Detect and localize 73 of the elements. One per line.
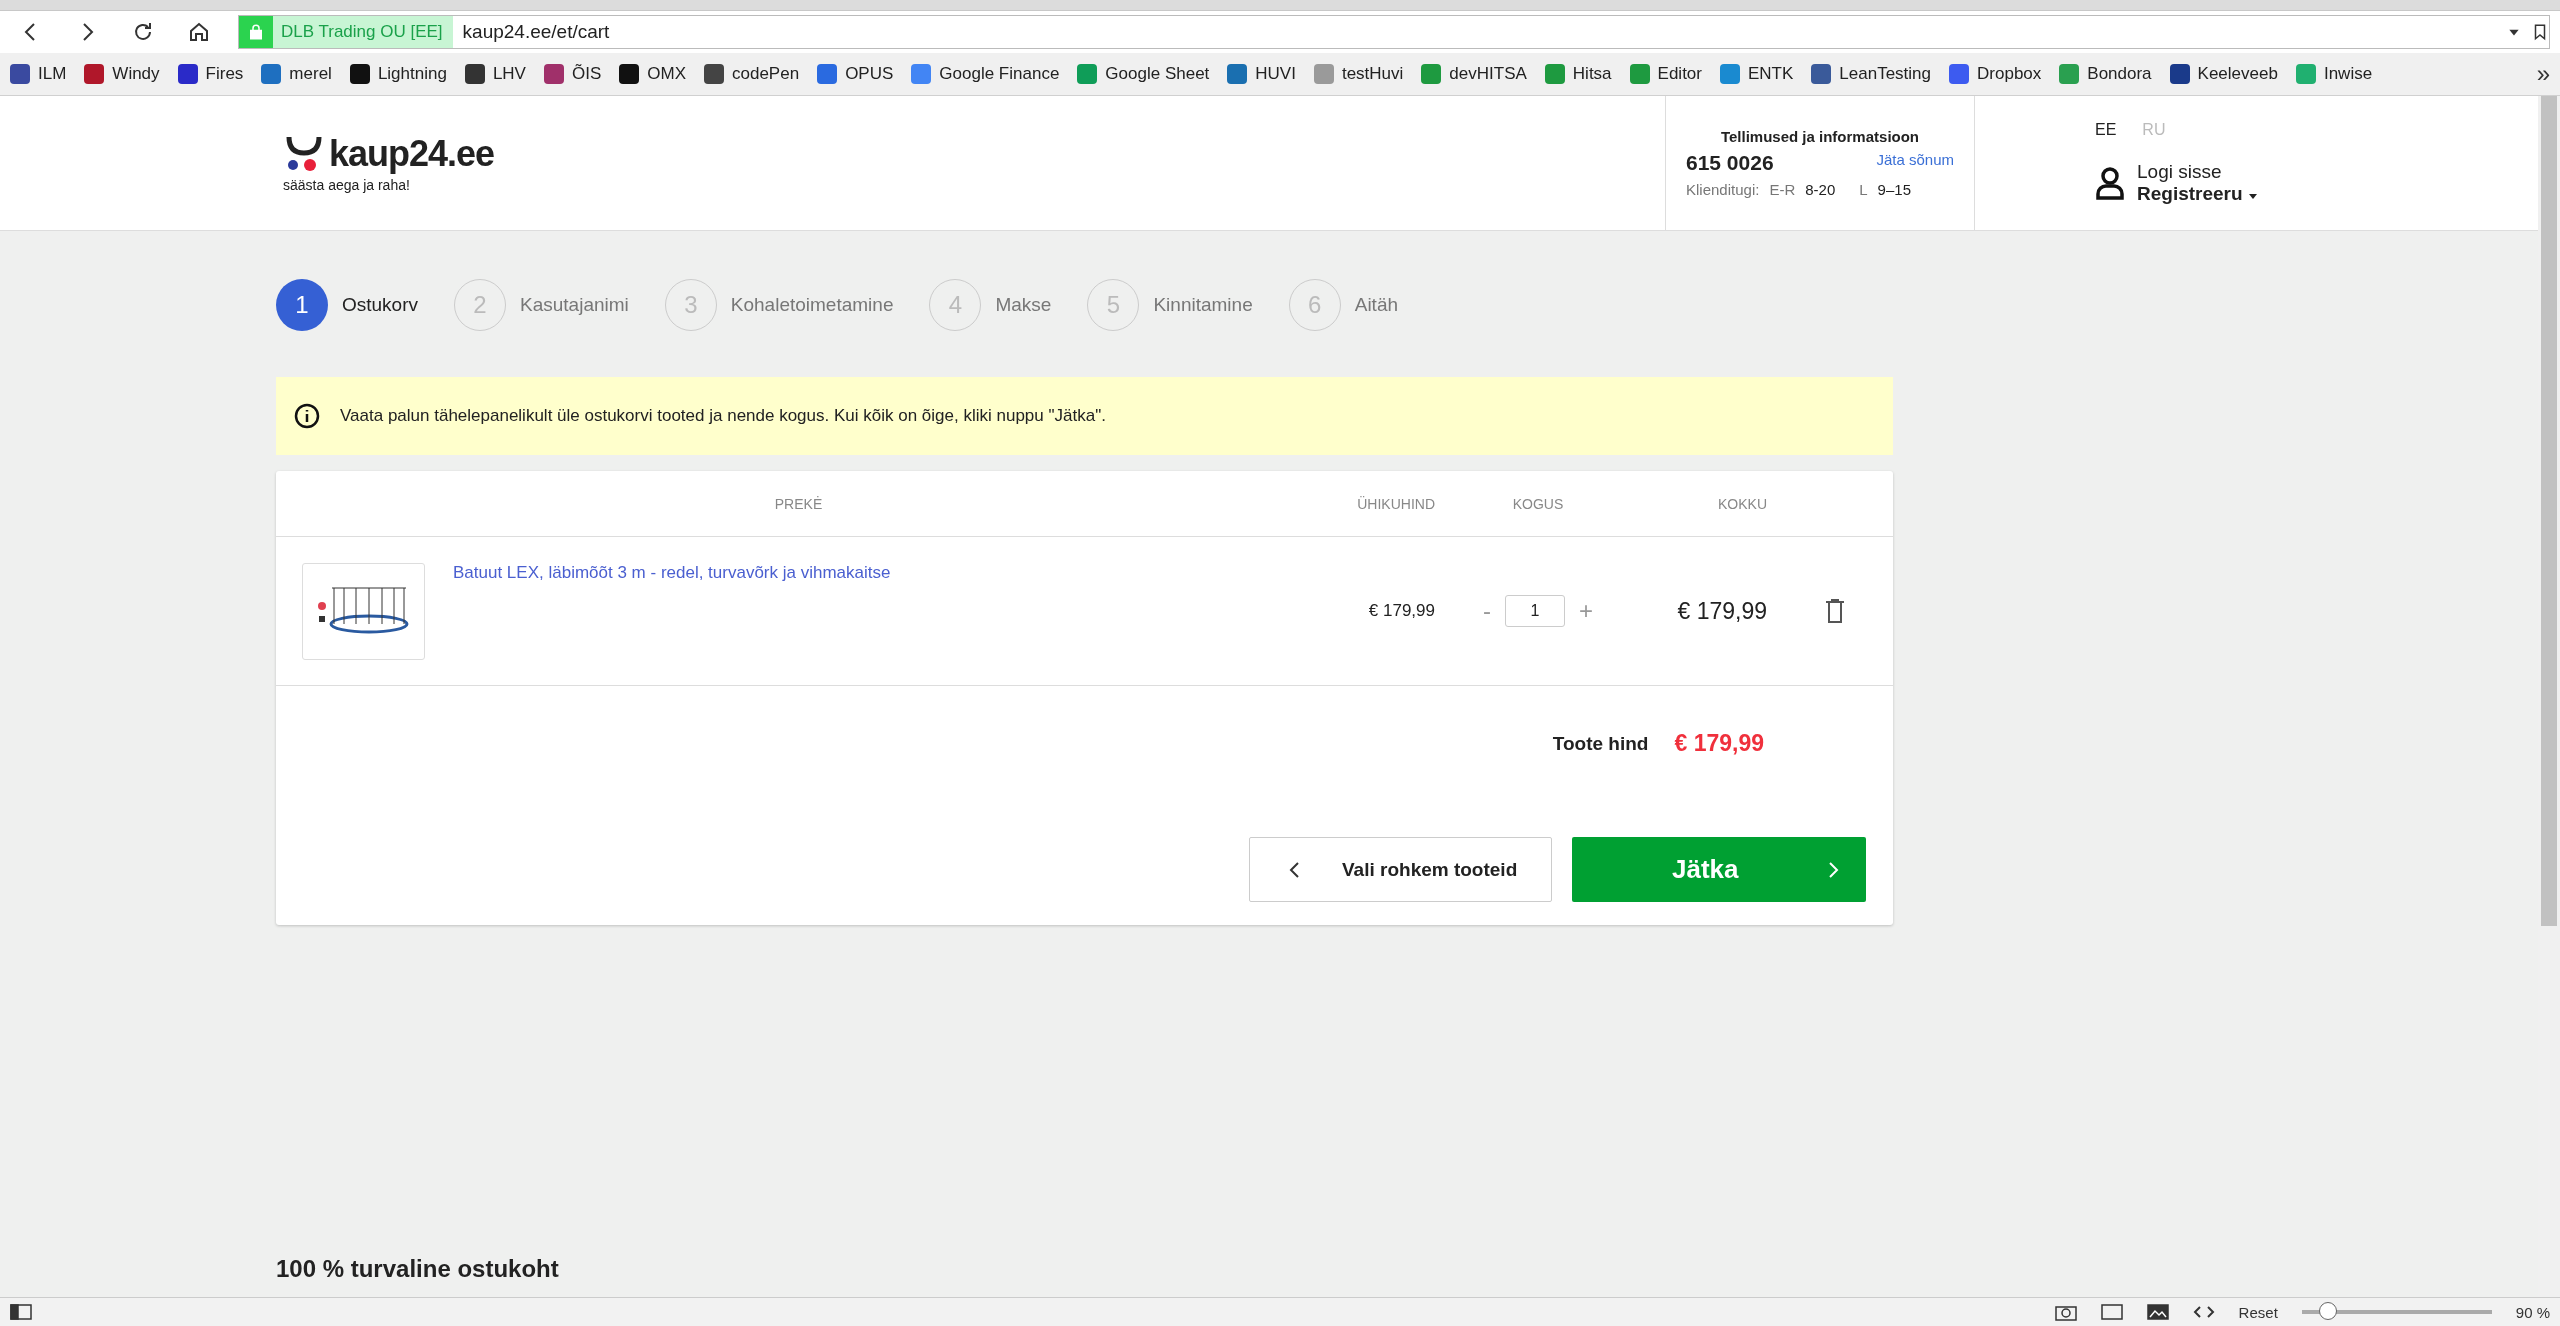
bookmark-link[interactable]: Hitsa <box>1544 64 1612 84</box>
tagline: säästa aega ja raha! <box>283 177 411 193</box>
hours-text: 8-20 <box>1805 181 1836 198</box>
info-title: Tellimused ja informatsioon <box>1719 128 1921 145</box>
continue-shopping-button[interactable]: Vali rohkem tooteid <box>1249 837 1552 902</box>
bookmark-link[interactable]: Dropbox <box>1949 64 2042 84</box>
bookmark-link[interactable]: testHuvi <box>1313 64 1404 84</box>
bookmark-link[interactable]: Editor <box>1629 64 1702 84</box>
unit-price: € 179,99 <box>1367 601 1435 621</box>
bookmark-link[interactable]: HUVI <box>1227 64 1296 84</box>
column-header: KOGUS <box>1511 495 1565 512</box>
chevron-left-icon <box>1288 860 1302 879</box>
bookmark-link[interactable]: Fires <box>177 64 244 84</box>
zoom-level: 90 % <box>2515 1303 2550 1321</box>
column-header: PREKĖ <box>773 495 824 512</box>
home-icon <box>187 20 211 44</box>
login-link[interactable]: Logi sisse <box>2137 161 2258 183</box>
notice-text: Vaata palun tähelepanelikult üle ostukorvi tooted ja nende kogus. Kui kõik on õige, kliki nuppu "Jätka". <box>340 406 1106 426</box>
bookmark-link[interactable]: codePen <box>704 64 800 84</box>
chevron-right-icon <box>1826 860 1840 879</box>
zoom-reset-button[interactable]: Reset <box>2238 1303 2278 1321</box>
days-label: L <box>1859 181 1868 198</box>
scrollbar[interactable] <box>2538 96 2560 1297</box>
image-icon <box>2146 1303 2169 1321</box>
bookmark-link[interactable]: devHITSA <box>1421 64 1527 84</box>
days-label: E-R <box>1769 181 1796 198</box>
bookmark-link[interactable]: LHV <box>464 64 526 84</box>
product-link[interactable]: Batuut LEX, läbimõõt 3 m - redel, turvavõrk ja vihmakaitse <box>453 563 1295 583</box>
bookmark-link[interactable]: ENTK <box>1720 64 1794 84</box>
bookmark-link[interactable]: ÕIS <box>543 64 602 84</box>
register-dropdown[interactable]: Registreeru <box>2137 183 2258 205</box>
bookmark-link[interactable]: Inwise <box>2295 64 2373 84</box>
camera-icon <box>2054 1303 2077 1321</box>
padlock-icon <box>247 22 265 42</box>
support-label: Klienditugi: <box>1686 181 1760 198</box>
column-header: KOKKU <box>1717 495 1767 512</box>
bookmark-link[interactable]: merel <box>261 64 332 84</box>
info-icon <box>294 403 320 429</box>
phone-number: 615 0026 <box>1686 151 1775 175</box>
trash-icon <box>1825 598 1845 624</box>
hours-text: 9–15 <box>1877 181 1911 198</box>
total-label: Toote hind <box>1552 732 1649 755</box>
caret-icon <box>2247 192 2258 200</box>
bookmark-link[interactable]: Bondora <box>2059 64 2152 84</box>
bookmark-link[interactable]: Keeleveeb <box>2169 64 2278 84</box>
user-icon <box>2095 166 2125 200</box>
url-text: kaup24.ee/et/cart <box>462 21 611 43</box>
checkout-step[interactable]: 1 Ostukorv <box>276 279 419 331</box>
more-bookmarks-button[interactable]: » <box>2536 60 2550 88</box>
delete-button[interactable] <box>1825 598 1845 624</box>
quantity-field[interactable]: 1 <box>1505 595 1565 627</box>
slider-thumb[interactable] <box>2319 1302 2337 1320</box>
bookmark-link[interactable]: ILM <box>10 64 67 84</box>
column-header: ÜHIKUHIND <box>1356 495 1435 512</box>
message-link[interactable]: Jäta sõnum <box>1876 151 1954 175</box>
window-icon <box>2100 1303 2123 1321</box>
step-number: 1 <box>276 279 328 331</box>
bookmark-link[interactable]: LeanTesting <box>1811 64 1932 84</box>
product-thumbnail[interactable] <box>302 562 425 660</box>
line-total: € 179,99 <box>1676 597 1767 625</box>
bookmark-link[interactable]: OMX <box>619 64 686 84</box>
language-link[interactable]: EE <box>2095 121 2117 139</box>
address-field[interactable]: DLB Trading OU [EE] kaup24.ee/et/cart <box>238 15 2550 49</box>
bookmark-link[interactable]: Google Finance <box>911 64 1060 84</box>
total-price: € 179,99 <box>1674 730 1764 757</box>
sidebar-icon <box>10 1304 32 1320</box>
bookmark-link[interactable]: Lightning <box>349 64 447 84</box>
section-heading: 100 % turvaline ostukoht <box>276 1255 560 1283</box>
bookmark-link[interactable]: OPUS <box>817 64 894 84</box>
logo-text: kaup24.ee <box>329 133 495 175</box>
site-identity: DLB Trading OU [EE] <box>280 22 444 42</box>
bookmark-link[interactable]: Google Sheet <box>1077 64 1210 84</box>
bookmark-link[interactable]: Windy <box>84 64 160 84</box>
